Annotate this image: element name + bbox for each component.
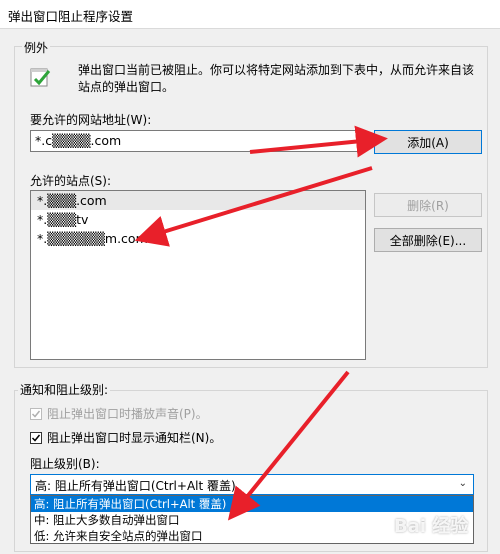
watermark: Bai 经验 — [394, 516, 469, 537]
arrow-to-add-icon — [249, 125, 388, 158]
annotation-arrows — [134, 125, 388, 521]
arrow-to-list-icon — [134, 166, 373, 247]
arrow-to-dropdown-icon — [227, 370, 350, 521]
